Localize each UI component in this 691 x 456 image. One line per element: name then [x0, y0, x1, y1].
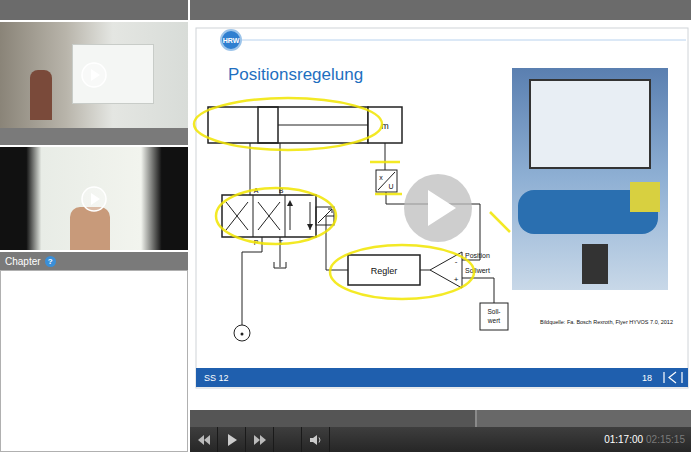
- play-overlay-icon[interactable]: [404, 174, 472, 242]
- position-label: Position: [465, 252, 490, 259]
- tank-icon: [274, 262, 286, 268]
- chapter-header: Chapter?: [0, 252, 188, 270]
- sensor-u-label: U: [388, 183, 393, 190]
- controller-box: Regler: [348, 255, 420, 285]
- footer-logo-icon: [664, 372, 682, 383]
- progress-fill: [190, 410, 477, 427]
- play-button[interactable]: [218, 427, 246, 452]
- slide: HRWPositionsregelungmABPTxURegler-+Posit…: [190, 22, 691, 410]
- pen-annotations: [194, 98, 510, 299]
- logo-text: HRW: [223, 37, 240, 44]
- side-panel: Chapter?: [0, 0, 188, 452]
- hand-figure: [70, 207, 110, 250]
- speaker-video[interactable]: [0, 22, 188, 128]
- setpoint-label: wert: [487, 317, 500, 324]
- image-credit: Bildquelle: Fa. Bosch Rexroth, Flyer HYV…: [540, 319, 673, 325]
- total-time: 02:15:15: [646, 434, 685, 445]
- sensor-box: xU: [376, 170, 397, 192]
- main-panel: HRWPositionsregelungmABPTxURegler-+Posit…: [190, 0, 691, 452]
- next-icon: [253, 434, 267, 446]
- chapter-title: Chapter: [5, 256, 41, 267]
- writing-video[interactable]: [0, 147, 188, 250]
- setpoint-input-label: Sollwert: [465, 267, 490, 274]
- cylinder: [208, 107, 368, 143]
- footer-left-text: SS 12: [204, 373, 229, 383]
- volume-icon: [309, 434, 323, 446]
- side-top-bar: [0, 0, 188, 20]
- control-separator: [274, 427, 302, 452]
- valve: [222, 195, 334, 237]
- time-display: 01:17:0002:15:15: [600, 434, 691, 445]
- minus-sign: -: [455, 257, 458, 266]
- previous-button[interactable]: [190, 427, 218, 452]
- play-icon: [225, 434, 239, 446]
- previous-icon: [197, 434, 211, 446]
- volume-button[interactable]: [302, 427, 330, 452]
- controller-label: Regler: [371, 266, 398, 276]
- pump: [234, 325, 250, 341]
- product-photo: [512, 68, 668, 290]
- slide-title: Positionsregelung: [228, 65, 363, 84]
- slide-view[interactable]: HRWPositionsregelungmABPTxURegler-+Posit…: [190, 22, 691, 410]
- chapter-list: [0, 270, 188, 452]
- setpoint-label: Soll-: [487, 308, 500, 315]
- plus-sign: +: [454, 275, 459, 284]
- play-overlay-icon[interactable]: [81, 62, 107, 88]
- page-number: 18: [642, 373, 652, 383]
- help-icon[interactable]: ?: [45, 256, 56, 267]
- progress-track[interactable]: [190, 410, 691, 427]
- hrw-logo: HRW: [221, 30, 241, 50]
- control-bar: 01:17:0002:15:15: [190, 427, 691, 452]
- current-time: 01:17:00: [604, 434, 643, 445]
- slide-footer: SS 12 18: [196, 368, 688, 387]
- next-button[interactable]: [246, 427, 274, 452]
- sensor-x-label: x: [379, 174, 383, 181]
- thumb-strip: [0, 128, 188, 145]
- speaker-figure: [30, 70, 52, 120]
- main-top-bar: [190, 0, 691, 20]
- comparator: -+: [430, 252, 462, 288]
- play-overlay-icon[interactable]: [81, 186, 107, 212]
- setpoint-box: Soll-wert: [480, 303, 508, 330]
